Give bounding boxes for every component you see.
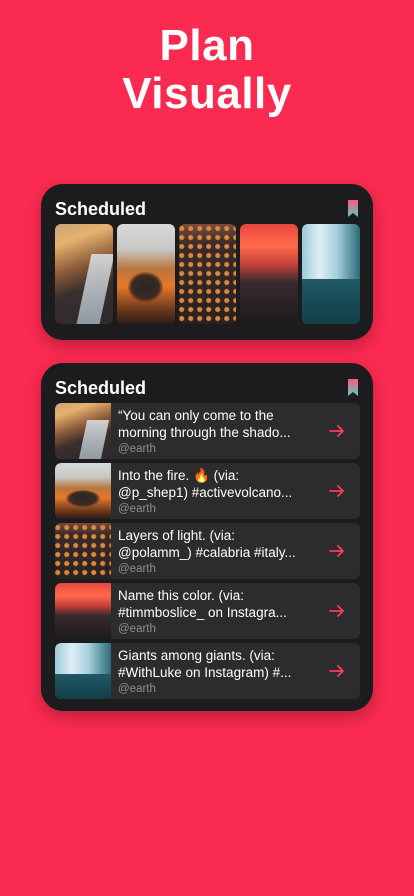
headline-line-1: Plan bbox=[159, 21, 255, 70]
arrow-right-icon[interactable] bbox=[328, 662, 346, 680]
post-caption: Name this color. (via: #timmboslice_ on … bbox=[118, 588, 287, 620]
bookmark-icon bbox=[348, 379, 358, 396]
city-lights-night-photo[interactable] bbox=[178, 224, 237, 324]
post-caption: “You can only come to the morning throug… bbox=[118, 408, 291, 440]
red-sky-landscape-photo bbox=[55, 583, 111, 639]
list-item[interactable]: Giants among giants. (via: #WithLuke on … bbox=[55, 643, 360, 699]
scheduled-list: “You can only come to the morning throug… bbox=[55, 403, 360, 703]
headline: Plan Visually bbox=[0, 20, 414, 120]
account-handle: @earth bbox=[118, 623, 156, 635]
account-handle: @earth bbox=[118, 503, 156, 515]
post-caption: Giants among giants. (via: #WithLuke on … bbox=[118, 648, 292, 680]
widget-title: Scheduled bbox=[55, 378, 147, 398]
photo-gallery bbox=[55, 224, 360, 324]
list-item[interactable]: Layers of light. (via: @polamm_) #calabr… bbox=[55, 523, 360, 579]
scheduled-gallery-widget[interactable]: Scheduled bbox=[41, 184, 373, 340]
arrow-right-icon[interactable] bbox=[328, 422, 346, 440]
headline-line-2: Visually bbox=[122, 69, 292, 118]
account-handle: @earth bbox=[118, 443, 156, 455]
glacier-aerial-photo bbox=[55, 643, 111, 699]
glacier-aerial-photo[interactable] bbox=[302, 224, 360, 324]
widget-title: Scheduled bbox=[55, 199, 147, 219]
account-handle: @earth bbox=[118, 563, 156, 575]
account-handle: @earth bbox=[118, 683, 156, 695]
volcano-crater-photo bbox=[55, 463, 111, 519]
coastal-cliff-photo bbox=[55, 403, 111, 459]
scheduled-list-widget[interactable]: Scheduled “You can only come to the morn… bbox=[41, 363, 373, 711]
post-caption: Layers of light. (via: @polamm_) #calabr… bbox=[118, 528, 296, 560]
post-caption: Into the fire. 🔥 (via: @p_shep1) #active… bbox=[118, 468, 293, 500]
arrow-right-icon[interactable] bbox=[328, 482, 346, 500]
list-item[interactable]: Name this color. (via: #timmboslice_ on … bbox=[55, 583, 360, 639]
arrow-right-icon[interactable] bbox=[328, 602, 346, 620]
list-item[interactable]: Into the fire. 🔥 (via: @p_shep1) #active… bbox=[55, 463, 360, 519]
arrow-right-icon[interactable] bbox=[328, 542, 346, 560]
bookmark-icon bbox=[348, 200, 358, 217]
volcano-crater-photo[interactable] bbox=[116, 224, 175, 324]
red-sky-landscape-photo[interactable] bbox=[240, 224, 299, 324]
coastal-cliff-photo[interactable] bbox=[55, 224, 113, 324]
list-item[interactable]: “You can only come to the morning throug… bbox=[55, 403, 360, 459]
city-lights-night-photo bbox=[55, 523, 111, 579]
